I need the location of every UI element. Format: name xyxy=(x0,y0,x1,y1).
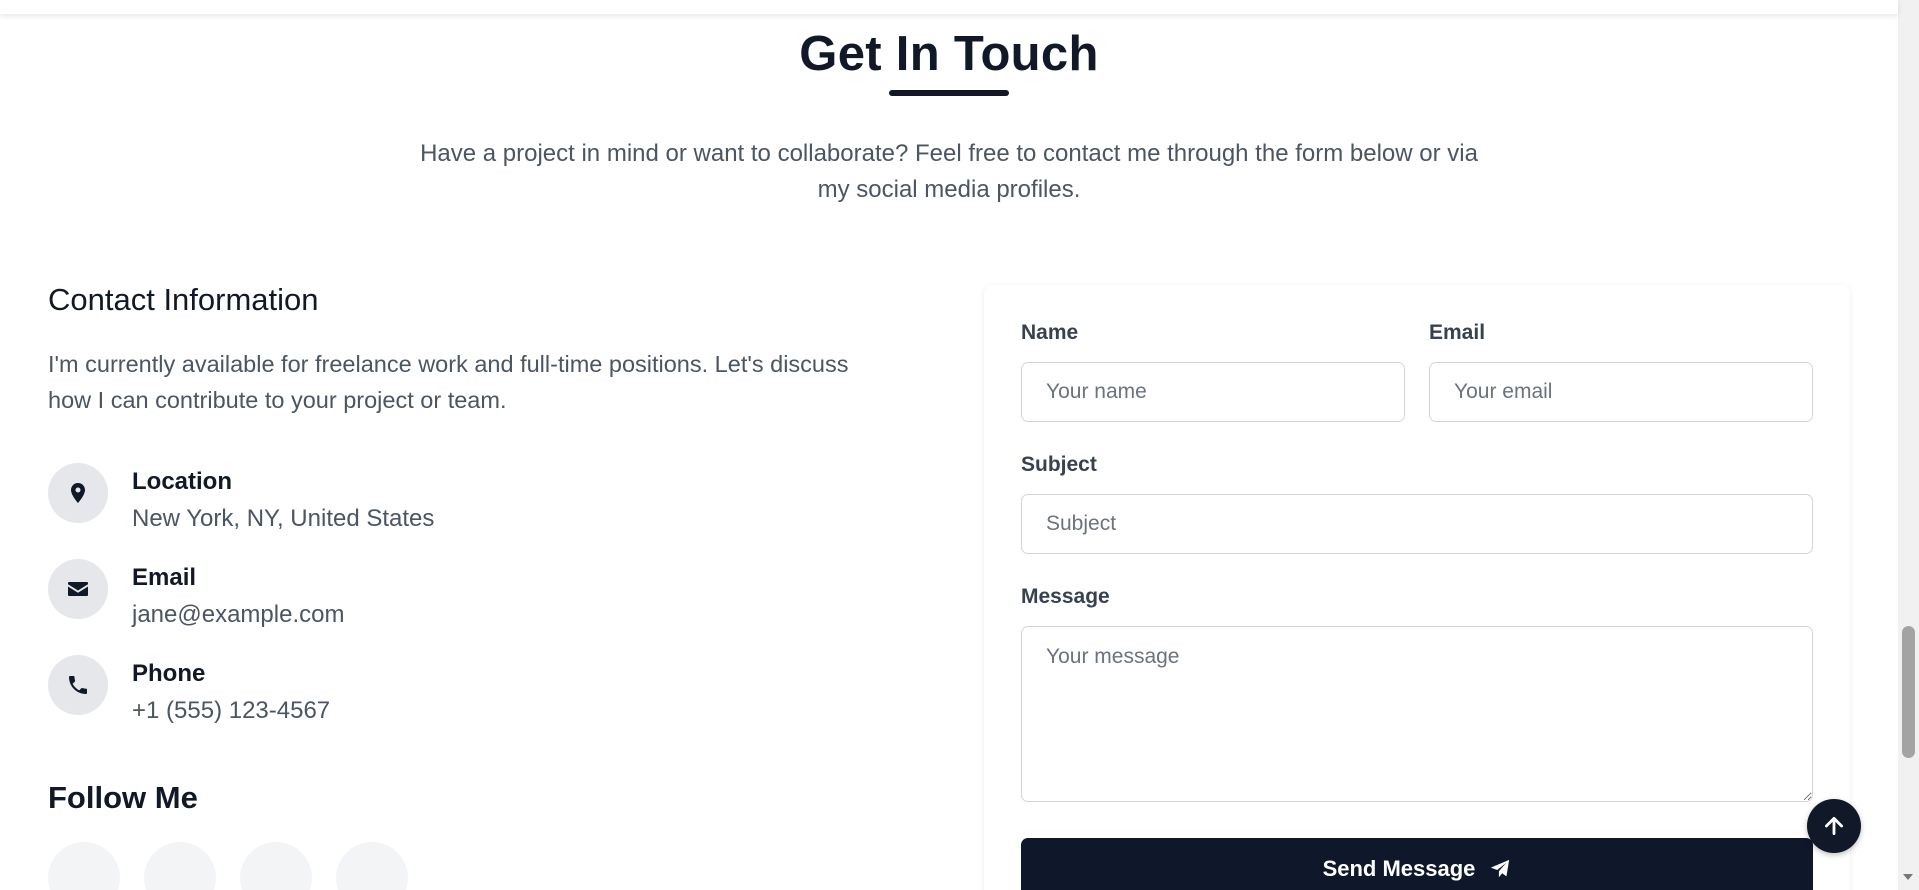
message-label: Message xyxy=(1021,585,1110,608)
title-underline xyxy=(889,90,1009,96)
contact-item-label: Location xyxy=(132,468,232,495)
name-label: Name xyxy=(1021,321,1079,344)
section-title: Get In Touch xyxy=(799,27,1099,81)
send-message-button[interactable]: Send Message xyxy=(1021,838,1813,890)
envelope-icon xyxy=(48,559,108,619)
scrollbar-thumb[interactable] xyxy=(1902,626,1915,758)
location-pin-icon xyxy=(48,463,108,523)
contact-item-label: Phone xyxy=(132,660,206,687)
social-link-1[interactable] xyxy=(48,842,120,890)
follow-me-heading: Follow Me xyxy=(48,780,198,815)
navbar-shadow xyxy=(0,0,1898,14)
social-link-4[interactable] xyxy=(336,842,408,890)
message-textarea[interactable] xyxy=(1021,626,1813,802)
send-message-label: Send Message xyxy=(1322,856,1476,881)
contact-item-label: Email xyxy=(132,564,197,591)
scroll-to-top-button[interactable] xyxy=(1807,799,1861,853)
email-input[interactable] xyxy=(1429,362,1813,422)
arrow-up-icon xyxy=(1825,817,1843,835)
contact-item-email: Email jane@example.com xyxy=(48,559,748,629)
contact-info-text: I'm currently available for freelance wo… xyxy=(48,351,849,413)
subject-label: Subject xyxy=(1021,453,1097,476)
paper-plane-icon xyxy=(1491,859,1510,878)
contact-item-value: New York, NY, United States xyxy=(132,505,435,532)
scrollbar-down-arrow-icon[interactable] xyxy=(1903,874,1913,880)
social-link-2[interactable] xyxy=(144,842,216,890)
section-intro: Have a project in mind or want to collab… xyxy=(420,140,1478,203)
contact-item-phone: Phone +1 (555) 123-4567 xyxy=(48,655,748,725)
name-input[interactable] xyxy=(1021,362,1405,422)
contact-item-location: Location New York, NY, United States xyxy=(48,463,748,533)
social-link-3[interactable] xyxy=(240,842,312,890)
contact-item-value[interactable]: +1 (555) 123-4567 xyxy=(132,697,330,725)
email-label: Email xyxy=(1429,321,1486,344)
subject-input[interactable] xyxy=(1021,494,1813,554)
contact-info-heading: Contact Information xyxy=(48,282,319,317)
contact-item-value[interactable]: jane@example.com xyxy=(132,601,344,629)
phone-icon xyxy=(48,655,108,715)
page-scrollbar[interactable] xyxy=(1898,0,1919,890)
